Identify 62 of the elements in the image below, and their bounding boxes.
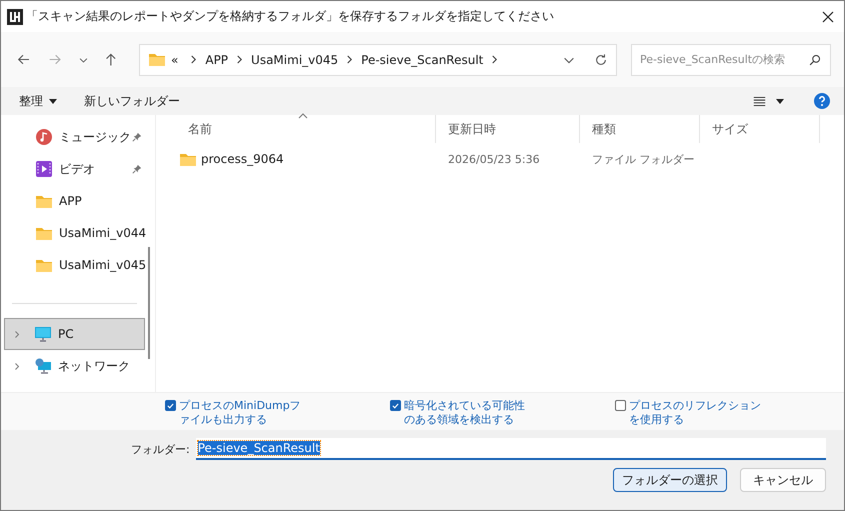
file-row[interactable]: process_9064 2026/05/23 5:36 ファイル フォルダー (176, 143, 844, 175)
sidebar-item[interactable]: ネットワーク (1, 350, 145, 382)
column-header[interactable]: 更新日時 (436, 115, 580, 143)
breadcrumb[interactable]: APP (205, 52, 228, 66)
refresh-icon[interactable] (594, 52, 608, 66)
view-list-icon[interactable] (753, 96, 766, 106)
expand-chevron-icon[interactable] (14, 362, 20, 370)
checkbox[interactable] (165, 400, 176, 411)
sidebar-item[interactable]: ビデオ (1, 153, 147, 185)
pin-icon[interactable] (132, 164, 142, 174)
folder-icon (36, 194, 52, 208)
select-folder-button[interactable]: フォルダーの選択 (613, 468, 727, 492)
file-name: process_9064 (201, 152, 284, 166)
organize-button[interactable]: 整理 (19, 92, 57, 110)
folder-icon (36, 258, 52, 272)
new-folder-button[interactable]: 新しいフォルダー (84, 92, 180, 110)
pin-icon[interactable] (132, 132, 142, 142)
overflow-text[interactable]: « (171, 52, 178, 66)
expand-chevron-icon[interactable] (14, 330, 20, 338)
column-header[interactable]: 種類 (580, 115, 700, 143)
network-icon (35, 358, 51, 374)
type-cell-text: ファイル フォルダー (591, 152, 696, 166)
sidebar-item[interactable]: ミュージック (1, 121, 147, 153)
breadcrumb[interactable]: Pe-sieve_ScanResult (361, 52, 484, 66)
folder-icon (180, 152, 196, 166)
sidebar-item[interactable]: APP (1, 185, 147, 217)
option-label[interactable]: プロセスのリフレクションを使用する (629, 399, 764, 427)
search-icon[interactable] (809, 54, 822, 66)
folder-label: フォルダー: (131, 442, 190, 456)
close-icon[interactable] (822, 10, 834, 22)
scrollbar-thumb[interactable] (148, 247, 150, 359)
caret-icon[interactable] (49, 98, 57, 104)
option-label[interactable]: 暗号化されている可能性のある領域を検出する (404, 399, 532, 427)
sidebar-item[interactable]: PC (4, 318, 145, 350)
sidebar-item[interactable]: UsaMimi_v044 (1, 217, 147, 249)
chevron-icon[interactable] (491, 55, 498, 64)
folder-icon (149, 53, 166, 66)
checkbox[interactable] (615, 400, 626, 411)
caret-icon[interactable] (776, 98, 784, 104)
column-header[interactable]: サイズ (700, 115, 820, 143)
help-icon[interactable] (814, 93, 830, 109)
back-icon[interactable] (17, 52, 31, 67)
modified-cell-text: 2026/05/23 5:36 (447, 152, 541, 166)
chevron-icon[interactable] (190, 55, 198, 64)
window-title: 「スキャン結果のレポートやダンプを格納するフォルダ」を保存するフォルダを指定してください (26, 8, 555, 25)
chevron-icon[interactable] (346, 55, 354, 64)
monitor-icon (35, 326, 51, 342)
column-header[interactable]: 名前 (176, 115, 436, 143)
video-icon (36, 161, 52, 177)
cancel-button[interactable]: キャンセル (740, 468, 826, 492)
app-icon (7, 8, 23, 24)
option-label[interactable]: プロセスのMiniDumpファイルも出力する (179, 399, 307, 427)
music-icon (36, 129, 52, 145)
address-bar[interactable]: « APP UsaMimi_v045 Pe-sieve_ScanResult (139, 44, 618, 76)
breadcrumb[interactable]: UsaMimi_v045 (251, 52, 338, 66)
folder-icon (36, 226, 52, 240)
folder-name-field[interactable]: Pe-sieve_ScanResult (196, 438, 826, 460)
sidebar-item[interactable]: UsaMimi_v045 (1, 249, 147, 281)
checkbox[interactable] (390, 400, 401, 411)
chevron-icon[interactable] (236, 55, 244, 64)
search-field[interactable]: Pe-sieve_ScanResultの検索 (631, 44, 832, 76)
up-icon[interactable] (104, 52, 118, 67)
